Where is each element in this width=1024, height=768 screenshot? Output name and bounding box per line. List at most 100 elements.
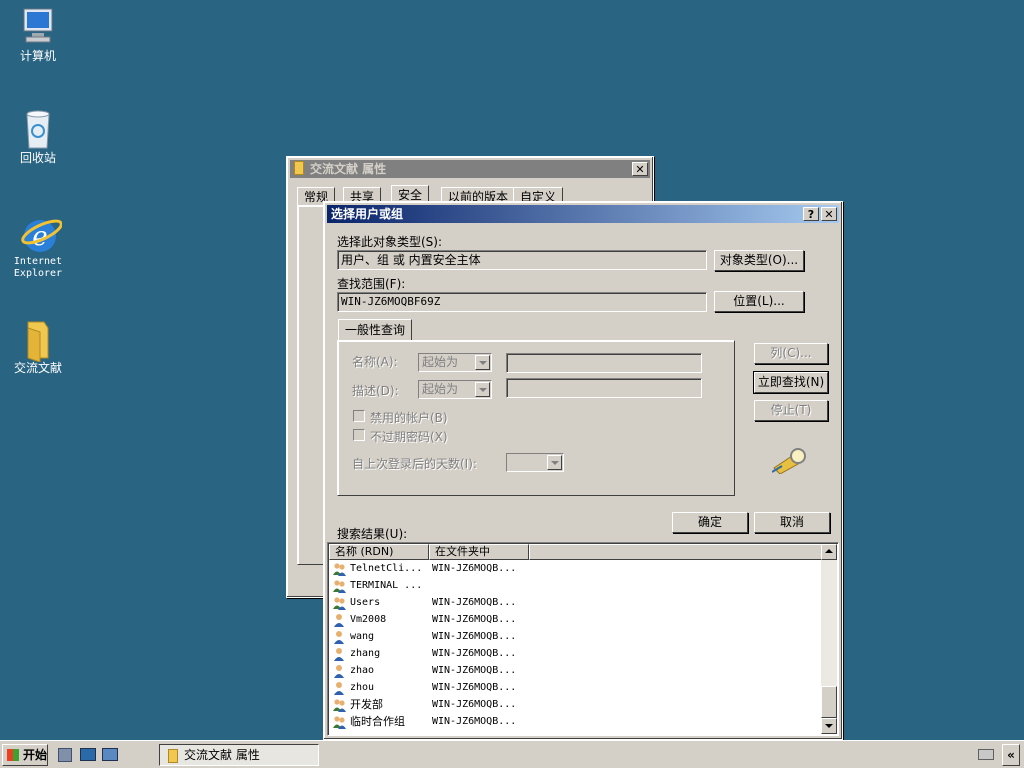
row-folder: WIN-JZ6MOQB... xyxy=(432,682,517,693)
tray-expand-button[interactable]: « xyxy=(1002,744,1020,766)
name-label: 名称(A): xyxy=(352,355,398,369)
row-folder: WIN-JZ6MOQB... xyxy=(432,631,517,642)
row-folder: WIN-JZ6MOQB... xyxy=(432,665,517,676)
row-name: zhou xyxy=(350,682,375,693)
table-row[interactable]: 开发部 WIN-JZ6MOQB... xyxy=(332,696,812,713)
windows-logo-icon xyxy=(7,749,19,761)
chevron-down-icon xyxy=(475,382,490,397)
ok-button[interactable]: 确定 xyxy=(672,512,748,533)
column-header-name[interactable]: 名称 (RDN) xyxy=(329,544,429,560)
nonexpiring-password-checkbox xyxy=(353,429,365,441)
start-label: 开始 xyxy=(23,748,48,762)
user-icon xyxy=(332,681,347,695)
desktop-icon-recycle-bin[interactable]: 回收站 xyxy=(0,108,76,164)
help-icon: ? xyxy=(807,208,815,221)
table-row[interactable]: zhao WIN-JZ6MOQB... xyxy=(332,662,812,679)
group-icon xyxy=(332,562,347,576)
computer-icon xyxy=(18,6,58,46)
object-types-button[interactable]: 对象类型(O)... xyxy=(714,250,804,271)
table-row[interactable]: 临时合作组 WIN-JZ6MOQB... xyxy=(332,713,812,730)
object-type-field: 用户、组 或 内置安全主体 xyxy=(337,250,707,270)
table-row[interactable]: Vm2008 WIN-JZ6MOQB... xyxy=(332,611,812,628)
desktop-icon-computer[interactable]: 计算机 xyxy=(0,6,76,62)
close-icon: ✕ xyxy=(635,163,645,176)
quick-launch-server-manager-icon[interactable] xyxy=(58,748,72,762)
search-flashlight-icon xyxy=(771,446,808,475)
description-input xyxy=(506,378,702,398)
locations-button[interactable]: 位置(L)... xyxy=(714,291,804,312)
location-field: WIN-JZ6MOQBF69Z xyxy=(337,292,707,312)
scroll-down-button[interactable] xyxy=(821,718,837,734)
desktop-icon-label: Explorer xyxy=(13,268,63,279)
column-header-folder[interactable]: 在文件夹中 xyxy=(429,544,529,560)
row-name: wang xyxy=(350,631,375,642)
folder-icon xyxy=(168,749,178,763)
row-folder: WIN-JZ6MOQB... xyxy=(432,563,517,574)
row-name: Users xyxy=(350,597,381,608)
search-results-list[interactable]: 名称 (RDN) 在文件夹中 TelnetCli... WIN-JZ6MOQB..… xyxy=(327,542,839,736)
stop-button: 停止(T) xyxy=(754,400,828,421)
name-combo: 起始为 xyxy=(418,353,492,372)
user-icon xyxy=(332,664,347,678)
desktop-icon-label: 回收站 xyxy=(19,151,56,165)
table-row[interactable]: wang WIN-JZ6MOQB... xyxy=(332,628,812,645)
taskbar-item-properties[interactable]: 交流文献 属性 xyxy=(159,744,319,766)
name-input xyxy=(506,353,702,373)
group-icon xyxy=(332,579,347,593)
user-icon xyxy=(332,647,347,661)
folder-icon xyxy=(294,161,304,175)
desktop-icon-folder[interactable]: 交流文献 xyxy=(0,318,76,374)
internet-explorer-icon: e xyxy=(18,212,63,252)
group-icon xyxy=(332,596,347,610)
row-name: 临时合作组 xyxy=(350,715,405,728)
cancel-button[interactable]: 取消 xyxy=(754,512,830,533)
dialog-title: 选择用户或组 xyxy=(331,207,404,221)
taskbar: 开始 交流文献 属性 « xyxy=(0,740,1024,768)
scroll-thumb[interactable] xyxy=(821,686,837,718)
row-name: Vm2008 xyxy=(350,614,387,625)
column-header-empty xyxy=(529,544,823,560)
row-name: TERMINAL ... xyxy=(350,580,423,591)
desktop-icon-label: Internet xyxy=(13,256,63,267)
properties-title: 交流文献 属性 xyxy=(310,162,387,176)
table-row[interactable]: Users WIN-JZ6MOQB... xyxy=(332,594,812,611)
close-icon: ✕ xyxy=(824,208,834,221)
row-name: 开发部 xyxy=(350,698,383,711)
start-button[interactable]: 开始 xyxy=(2,744,48,766)
tab-common-queries[interactable]: 一般性查询 xyxy=(338,319,413,341)
chevron-down-icon xyxy=(475,355,490,370)
dialog-title-bar[interactable]: 选择用户或组 ? ✕ xyxy=(327,205,839,223)
description-label: 描述(D): xyxy=(352,384,399,398)
recycle-bin-icon xyxy=(18,108,58,149)
row-folder: WIN-JZ6MOQB... xyxy=(432,648,517,659)
table-row[interactable]: TelnetCli... WIN-JZ6MOQB... xyxy=(332,560,812,577)
properties-title-bar[interactable]: 交流文献 属性 ✕ xyxy=(290,160,650,178)
select-users-dialog[interactable]: 选择用户或组 ? ✕ 选择此对象类型(S): 用户、组 或 内置安全主体 对象类… xyxy=(323,201,843,740)
scroll-up-button[interactable] xyxy=(821,544,837,560)
quick-launch-network-icon[interactable] xyxy=(102,748,118,761)
row-folder: WIN-JZ6MOQB... xyxy=(432,597,517,608)
disabled-accounts-label: 禁用的帐户(B) xyxy=(370,411,448,425)
location-label: 查找范围(F): xyxy=(337,277,406,291)
taskbar-item-label: 交流文献 属性 xyxy=(184,748,260,762)
help-button[interactable]: ? xyxy=(803,207,819,221)
find-now-button[interactable]: 立即查找(N) xyxy=(753,371,829,394)
keyboard-icon[interactable] xyxy=(978,749,994,760)
user-icon xyxy=(332,630,347,644)
row-folder: WIN-JZ6MOQB... xyxy=(432,699,517,710)
group-icon xyxy=(332,698,347,712)
table-row[interactable]: zhou WIN-JZ6MOQB... xyxy=(332,679,812,696)
desktop-icon-label: 计算机 xyxy=(19,49,56,63)
close-button[interactable]: ✕ xyxy=(632,162,648,176)
nonexpiring-password-label: 不过期密码(X) xyxy=(370,430,448,444)
vertical-scrollbar[interactable] xyxy=(821,544,837,734)
table-row[interactable]: zhang WIN-JZ6MOQB... xyxy=(332,645,812,662)
object-type-label: 选择此对象类型(S): xyxy=(337,235,443,249)
double-chevron-left-icon: « xyxy=(1007,748,1015,762)
disabled-accounts-checkbox xyxy=(353,410,365,422)
close-button[interactable]: ✕ xyxy=(821,207,837,221)
quick-launch-show-desktop-icon[interactable] xyxy=(80,748,96,761)
desktop-icon-internet-explorer[interactable]: e Internet Explorer xyxy=(0,212,76,280)
table-row[interactable]: TERMINAL ... xyxy=(332,577,812,594)
folder-icon xyxy=(18,318,58,363)
